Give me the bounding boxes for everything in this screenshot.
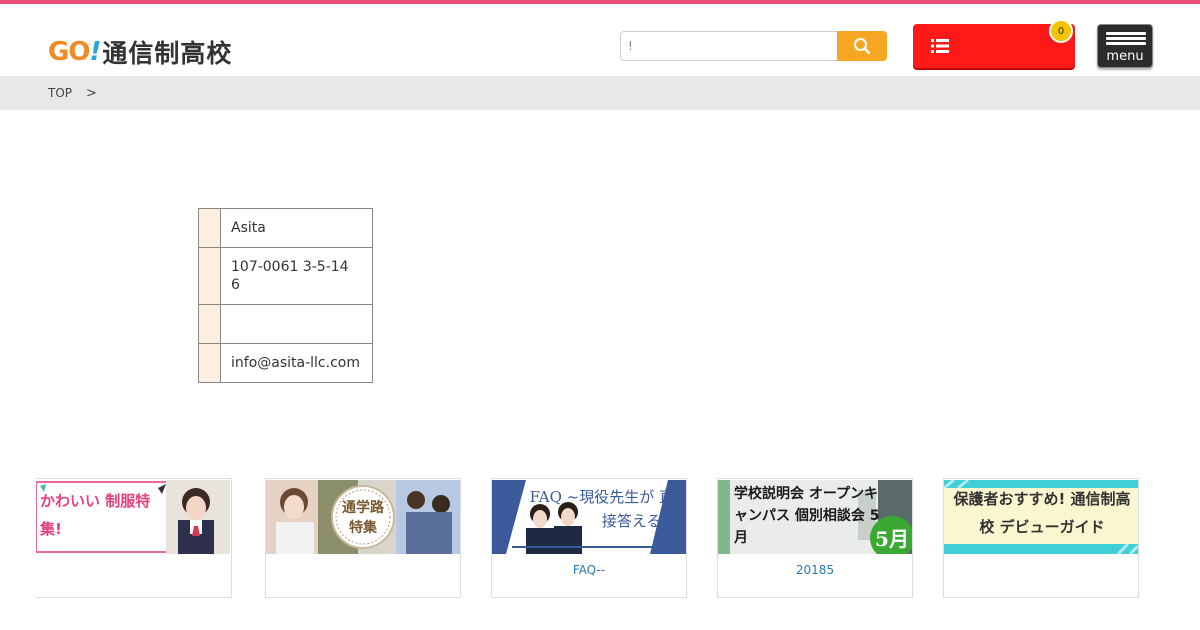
table-header-cell: [198, 343, 221, 383]
table-header-cell: [198, 208, 221, 248]
saved-count-badge: 0: [1049, 19, 1073, 43]
table-header-cell: [198, 247, 221, 305]
site-header: GO! 通信制高校 0 menu: [0, 4, 1200, 76]
search-input[interactable]: [620, 31, 838, 61]
breadcrumb-separator: >: [86, 85, 97, 101]
table-header-cell: [198, 304, 221, 344]
menu-button[interactable]: menu: [1097, 24, 1153, 68]
breadcrumb-top-link[interactable]: TOP: [48, 86, 72, 100]
company-info-table: Asita 107-0061 3-5-14 6 info@asita-llc.c…: [198, 208, 373, 383]
company-name-value: Asita: [220, 208, 373, 248]
feature-banners: かわいい 制服特集! 通学路 特集 FAQ ~現役先生が 直接答える~ FAQ-…: [36, 478, 1148, 598]
address-value: 107-0061 3-5-14 6: [220, 247, 373, 305]
banner-caption: FAQ--: [572, 563, 606, 577]
table-row: 107-0061 3-5-14 6: [198, 247, 373, 305]
search-icon: [854, 38, 871, 55]
banner-parent-guide[interactable]: 保護者おすすめ! 通信制高校 デビューガイド: [943, 478, 1139, 598]
list-icon: [931, 39, 949, 53]
table-row: Asita: [198, 208, 373, 248]
table-row: info@asita-llc.com: [198, 343, 373, 383]
table-row: [198, 304, 373, 344]
banner-image-text: 保護者おすすめ! 通信制高校 デビューガイド: [953, 490, 1131, 536]
logo-go: GO!: [48, 37, 101, 67]
banner-image-text: 学校説明会 オープンキャンパス 個別相談会 5月: [734, 486, 880, 546]
banner-commute-feature[interactable]: 通学路 特集: [265, 478, 461, 598]
banner-faq[interactable]: FAQ ~現役先生が 直接答える~ FAQ--: [491, 478, 687, 598]
site-logo[interactable]: GO! 通信制高校: [48, 34, 232, 70]
banner-image-text: かわいい 制服特集!: [40, 492, 151, 538]
banner-school-briefing[interactable]: 5月 学校説明会 オープンキャンパス 個別相談会 5月 20185: [717, 478, 913, 598]
logo-text: 通信制高校: [102, 39, 233, 68]
banner-image-text: 通学路 特集: [342, 500, 384, 536]
email-value[interactable]: info@asita-llc.com: [220, 343, 373, 383]
banner-image-text: FAQ ~現役先生が 直接答える~: [529, 488, 674, 530]
banner-caption: 20185: [795, 563, 835, 577]
breadcrumb: TOP >: [0, 76, 1200, 110]
banner-uniform-feature[interactable]: かわいい 制服特集!: [36, 478, 232, 598]
search-button[interactable]: [837, 31, 887, 61]
phone-value: [220, 304, 373, 344]
search-form: [620, 31, 887, 61]
menu-label: menu: [1106, 49, 1144, 64]
